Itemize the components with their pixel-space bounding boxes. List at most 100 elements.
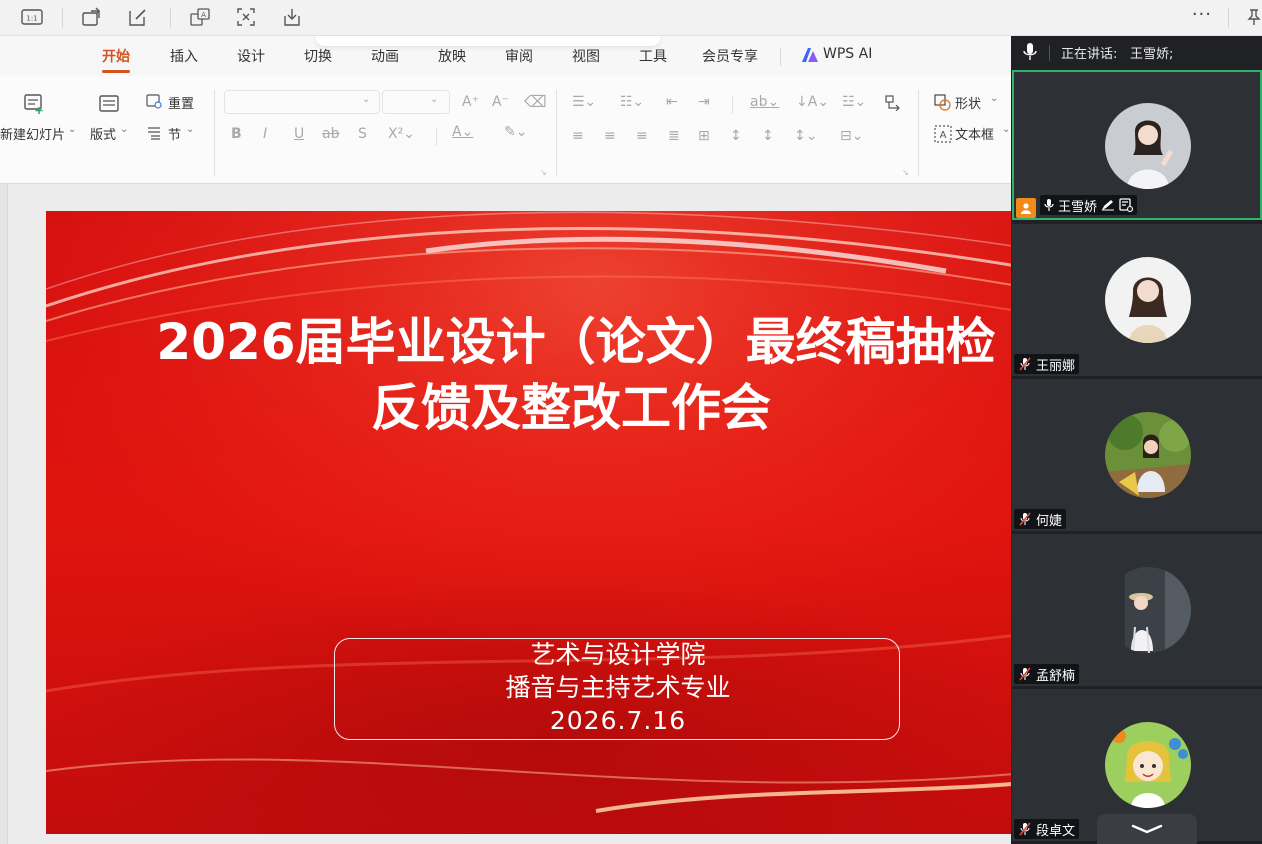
tab-tools[interactable]: 工具 [639,46,667,66]
clear-format-icon[interactable]: ⌫ [524,92,547,111]
decrease-indent-icon[interactable]: ⇤ [666,94,678,110]
annotate-icon[interactable] [126,6,150,28]
tab-view[interactable]: 视图 [572,46,600,66]
subtitle-box: 艺术与设计学院 播音与主持艺术专业 2026.7.16 [334,638,900,740]
participant-tile[interactable]: 王雪娇 [1012,70,1262,220]
font-size-select[interactable] [382,90,450,114]
character-spacing-icon[interactable]: ab⌄ [750,94,779,110]
more-icon[interactable]: ··· [1192,4,1212,25]
tab-home[interactable]: 开始 [102,46,130,66]
bullet-list-icon[interactable]: ☰⌄ [572,94,596,110]
tab-insert[interactable]: 插入 [170,46,198,66]
align-left-icon[interactable]: ≡ [572,128,584,144]
distribute-icon[interactable]: ⊞ [698,128,710,144]
speaking-label: 正在讲话: [1061,47,1118,62]
svg-text:1:1: 1:1 [26,15,37,23]
increase-indent-icon[interactable]: ⇥ [698,94,710,110]
share-screen-icon[interactable] [80,6,104,28]
tab-review[interactable]: 审阅 [505,46,533,66]
textbox-button[interactable]: 文本框 [955,124,994,143]
font-family-select[interactable] [224,90,380,114]
text-align-vertical-icon[interactable]: ⊟⌄ [840,128,863,144]
columns-icon[interactable]: ☳⌄ [842,94,866,110]
speaking-indicator-bar: 正在讲话: 王雪娇; [1011,36,1262,68]
participant-tile[interactable]: 孟舒楠 [1012,534,1262,686]
shadow-icon[interactable]: S [358,126,367,142]
reset-button[interactable]: 重置 [168,93,194,112]
tab-member[interactable]: 会员专享 [702,46,758,66]
menu-divider [780,48,781,66]
chevron-down-icon[interactable]: ⌄ [1002,124,1010,135]
align-right-icon[interactable]: ≡ [636,128,648,144]
dialog-launcher-icon[interactable]: ↘ [540,168,547,177]
superscript-icon[interactable]: X²⌄ [388,126,415,142]
speaking-name: 王雪娇; [1130,47,1174,62]
spacing-options-icon[interactable]: ↕⌄ [794,128,817,144]
participant-name-chip: 王丽娜 [1014,354,1080,374]
subtitle-major: 播音与主持艺术专业 [505,673,731,702]
floating-search-bar[interactable] [316,36,660,46]
tab-wps-ai[interactable]: WPS AI [823,46,872,62]
bold-icon[interactable]: B [231,126,242,142]
pin-icon[interactable] [1242,6,1262,28]
text-direction-icon[interactable]: ↓A⌄ [796,94,829,110]
download-icon[interactable] [280,6,304,28]
top-toolbar: 1:1 A ··· [0,0,1262,36]
fullscreen-icon[interactable] [234,6,258,28]
shape-icon[interactable] [934,94,952,112]
strikethrough-icon[interactable]: ab [322,126,339,142]
participant-name-chip: 孟舒楠 [1014,664,1080,684]
wps-ai-icon [802,48,818,62]
svg-text:A: A [940,130,947,141]
participant-name-chip: 段卓文 [1014,819,1080,839]
new-slide-button[interactable]: 新建幻灯片 [0,124,65,143]
slide-background-art [46,211,1046,834]
convert-smartart-icon[interactable] [884,94,902,112]
ribbon-divider [436,128,437,146]
avatar [1105,412,1191,498]
textbox-icon[interactable]: A [934,125,952,143]
underline-icon[interactable]: U [294,126,304,142]
actual-size-icon[interactable]: 1:1 [20,6,44,28]
new-slide-icon[interactable] [22,92,46,116]
font-color-icon[interactable]: A⌄ [452,124,473,140]
layout-button[interactable]: 版式 [90,124,116,143]
participant-tile[interactable]: 王丽娜 [1012,224,1262,376]
chevron-down-icon[interactable]: ⌄ [120,124,128,135]
section-icon[interactable] [146,125,162,141]
chevron-down-icon[interactable]: ⌄ [990,93,998,104]
layout-icon[interactable] [97,92,121,116]
tab-design[interactable]: 设计 [237,46,265,66]
numbered-list-icon[interactable]: ☷⌄ [620,94,644,110]
ribbon-divider [214,90,215,176]
section-button[interactable]: 节 [168,124,181,143]
shape-button[interactable]: 形状 [955,93,981,112]
tab-transition[interactable]: 切换 [304,46,332,66]
line-spacing-icon[interactable]: ↕ [730,128,742,144]
align-center-icon[interactable]: ≡ [604,128,616,144]
participant-name: 王雪娇 [1058,199,1098,215]
participant-name-chip: 何婕 [1014,509,1067,529]
slide-preview[interactable]: 2026届毕业设计（论文）最终稿抽检 反馈及整改工作会 艺术与设计学院 播音与主… [46,211,1046,834]
slide-thumbnail-pane-edge[interactable] [0,184,8,844]
scroll-down-button[interactable] [1097,814,1197,844]
justify-icon[interactable]: ≣ [668,128,680,144]
paragraph-spacing-icon[interactable]: ↕ [762,128,774,144]
chevron-down-icon[interactable]: ⌄ [68,124,76,135]
microphone-muted-icon [1019,822,1031,836]
tab-animation[interactable]: 动画 [371,46,399,66]
translate-icon[interactable]: A [188,6,212,28]
chevron-down-icon[interactable]: ⌄ [186,124,194,135]
ribbon-divider [732,96,733,114]
participant-tile[interactable]: 何婕 [1012,379,1262,531]
tab-slideshow[interactable]: 放映 [438,46,466,66]
chevron-down-icon [1131,824,1163,834]
reset-icon[interactable] [146,93,162,109]
chevron-down-icon: ⌄ [430,94,439,105]
dialog-launcher-icon[interactable]: ↘ [902,168,909,177]
italic-icon[interactable]: I [263,126,267,142]
highlight-icon[interactable]: ✎⌄ [504,124,527,140]
decrease-font-icon[interactable]: A⁻ [492,94,509,110]
pen-icon [1102,200,1115,211]
increase-font-icon[interactable]: A⁺ [462,94,479,110]
